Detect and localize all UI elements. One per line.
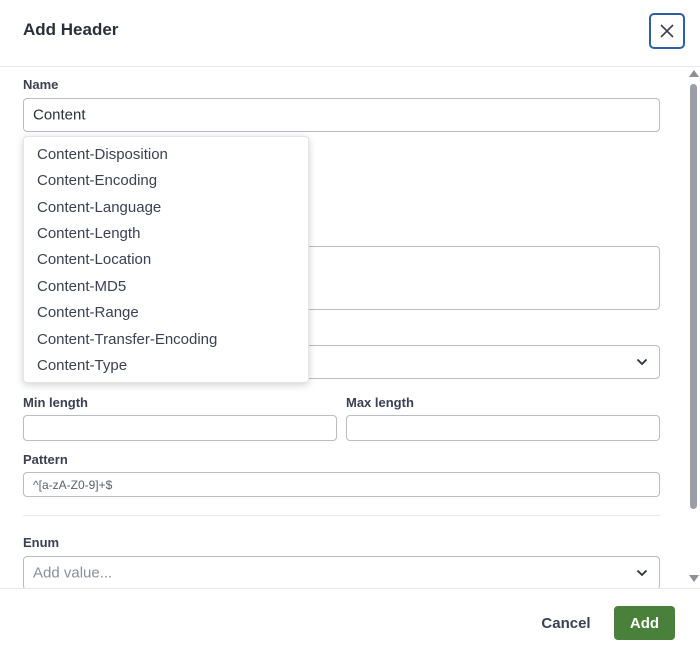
scroll-down-arrow-icon[interactable] [689,575,699,582]
enum-label: Enum [23,535,60,550]
close-button[interactable] [649,13,685,49]
max-length-label: Max length [346,395,414,410]
max-length-input[interactable] [346,415,660,441]
name-input[interactable]: Content [23,98,660,132]
type-select[interactable] [300,345,660,379]
dialog-header: Add Header [0,0,700,67]
autocomplete-dropdown: Content-Disposition Content-Encoding Con… [23,136,309,383]
dropdown-item-content-length[interactable]: Content-Length [37,225,140,242]
pattern-input-value: ^[a-zA-Z0-9]+$ [33,477,113,492]
name-input-value: Content [33,106,86,124]
dropdown-item-content-type[interactable]: Content-Type [37,357,127,374]
chevron-down-icon [636,569,648,577]
pattern-input[interactable]: ^[a-zA-Z0-9]+$ [23,472,660,497]
dropdown-item-content-location[interactable]: Content-Location [37,251,151,268]
min-length-label: Min length [23,395,88,410]
dropdown-item-content-transfer-encoding[interactable]: Content-Transfer-Encoding [37,331,217,348]
add-button[interactable]: Add [614,606,675,640]
scrollbar[interactable] [688,68,700,588]
name-label: Name [23,77,59,92]
dropdown-item-content-range[interactable]: Content-Range [37,304,139,321]
dropdown-item-content-language[interactable]: Content-Language [37,199,161,216]
dialog-footer: Cancel Add [0,588,700,655]
chevron-down-icon [636,358,648,366]
scroll-up-arrow-icon[interactable] [689,70,699,77]
dropdown-item-content-md5[interactable]: Content-MD5 [37,278,126,295]
min-length-input[interactable] [23,415,337,441]
dropdown-item-content-disposition[interactable]: Content-Disposition [37,146,168,163]
scroll-thumb[interactable] [690,84,697,509]
close-icon [660,24,674,38]
section-divider [23,515,660,516]
dropdown-item-content-encoding[interactable]: Content-Encoding [37,172,157,189]
dialog-title: Add Header [23,20,119,39]
enum-select[interactable]: Add value... [23,556,660,588]
pattern-label: Pattern [23,452,68,467]
description-textarea[interactable] [300,246,660,310]
enum-placeholder: Add value... [33,564,113,582]
cancel-button[interactable]: Cancel [529,606,603,640]
